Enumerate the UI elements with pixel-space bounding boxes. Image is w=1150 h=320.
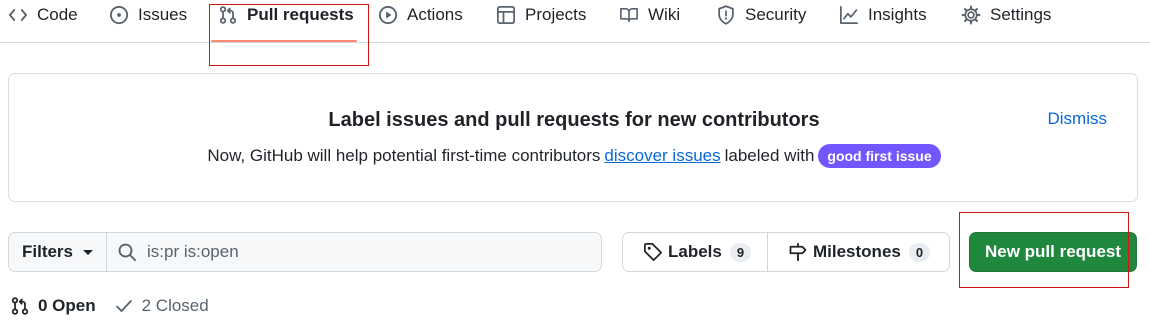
banner-text-after: labeled with xyxy=(724,146,815,165)
labels-button[interactable]: Labels 9 xyxy=(623,233,768,271)
tab-pull-requests-label: Pull requests xyxy=(247,5,354,24)
book-icon xyxy=(620,7,638,23)
tab-actions-label: Actions xyxy=(407,5,463,24)
tag-icon xyxy=(644,243,662,261)
new-contributors-banner: Label issues and pull requests for new c… xyxy=(8,73,1138,202)
new-pull-request-button[interactable]: New pull request xyxy=(969,232,1137,272)
tab-issues[interactable]: Issues xyxy=(109,0,187,30)
filters-dropdown-button[interactable]: Filters xyxy=(9,233,107,271)
tab-security[interactable]: Security xyxy=(716,0,806,30)
search-icon xyxy=(118,243,137,262)
tab-code-label: Code xyxy=(37,5,78,24)
tab-insights[interactable]: Insights xyxy=(839,0,927,30)
labels-count: 9 xyxy=(729,242,752,262)
tab-projects-label: Projects xyxy=(525,5,587,24)
closed-prs-label: 2 Closed xyxy=(141,296,209,315)
caret-down-icon xyxy=(83,249,94,255)
filters-label: Filters xyxy=(21,242,74,261)
repo-nav: Code Issues Pull requests Actions Projec… xyxy=(0,0,1150,43)
labels-label: Labels xyxy=(668,242,722,261)
issue-opened-icon xyxy=(109,5,129,25)
git-pull-request-icon xyxy=(11,297,29,315)
banner-text: Now, GitHub will help potential first-ti… xyxy=(9,144,1139,168)
banner-text-before: Now, GitHub will help potential first-ti… xyxy=(207,146,601,165)
tab-issues-label: Issues xyxy=(138,5,188,24)
gear-icon xyxy=(961,5,981,25)
tab-wiki[interactable]: Wiki xyxy=(619,0,680,30)
tab-actions[interactable]: Actions xyxy=(378,0,463,30)
dismiss-button[interactable]: Dismiss xyxy=(1048,109,1108,129)
search-input[interactable] xyxy=(147,242,587,262)
banner-title: Label issues and pull requests for new c… xyxy=(328,109,820,131)
code-icon xyxy=(8,9,28,21)
tab-code[interactable]: Code xyxy=(8,0,78,30)
open-prs-link[interactable]: 0 Open xyxy=(10,296,96,316)
tab-wiki-label: Wiki xyxy=(648,5,681,24)
milestones-count: 0 xyxy=(908,242,931,262)
play-icon xyxy=(378,5,398,25)
check-icon xyxy=(115,300,132,312)
tab-security-label: Security xyxy=(745,5,807,24)
tab-projects[interactable]: Projects xyxy=(496,0,586,30)
pr-state-toggle: 0 Open 2 Closed xyxy=(10,295,209,317)
shield-icon xyxy=(718,5,734,25)
tab-settings-label: Settings xyxy=(990,5,1052,24)
discover-issues-link[interactable]: discover issues xyxy=(604,146,720,166)
open-prs-label: 0 Open xyxy=(38,296,96,315)
selected-tab-underline xyxy=(211,40,357,42)
milestones-button[interactable]: Milestones 0 xyxy=(768,233,949,271)
milestone-icon xyxy=(789,242,807,262)
git-pull-request-icon xyxy=(219,6,237,24)
labels-milestones-group: Labels 9 Milestones 0 xyxy=(622,232,950,272)
tab-pull-requests[interactable]: Pull requests xyxy=(218,0,354,30)
filter-search-group: Filters xyxy=(8,232,602,272)
milestones-label: Milestones xyxy=(813,242,901,261)
table-icon xyxy=(497,6,515,24)
closed-prs-link[interactable]: 2 Closed xyxy=(114,296,209,316)
graph-icon xyxy=(840,6,858,24)
tab-settings[interactable]: Settings xyxy=(961,0,1051,30)
tab-insights-label: Insights xyxy=(868,5,927,24)
good-first-issue-label[interactable]: good first issue xyxy=(818,144,941,168)
search-box[interactable] xyxy=(107,233,601,271)
